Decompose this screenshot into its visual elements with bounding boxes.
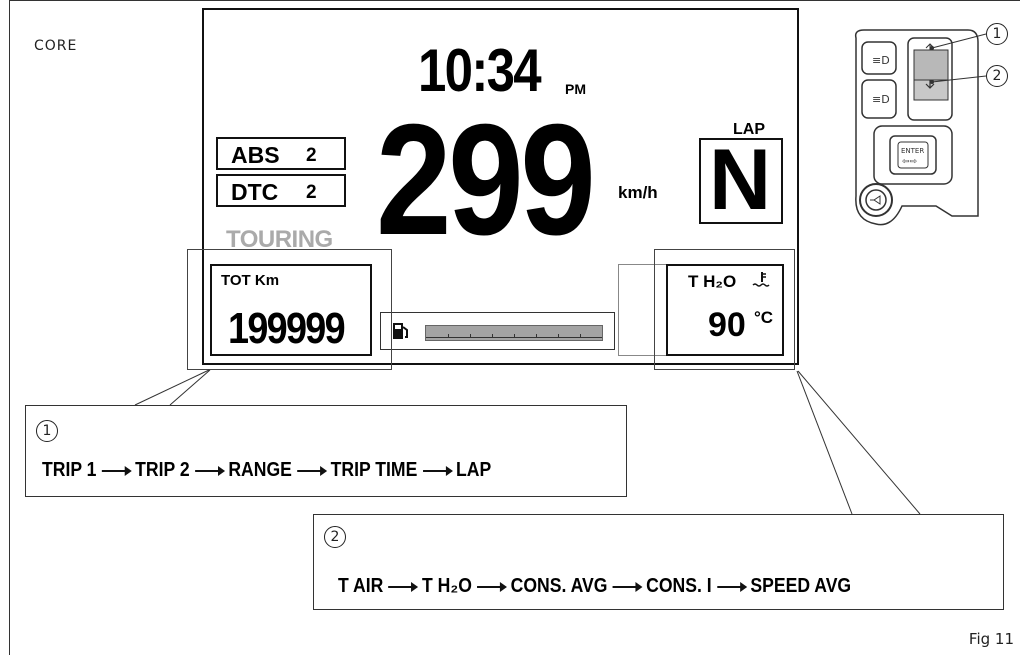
- speedometer: 299: [376, 92, 628, 268]
- seq1-item-lap: LAP: [456, 459, 492, 481]
- seq2-item-cons-avg: CONS. AVG: [510, 575, 608, 597]
- dtc-indicator: DTC 2: [216, 174, 346, 207]
- gear-indicator: N: [699, 134, 783, 226]
- sequence-2-flow: T AIR T H₂O CONS. AVG CONS. I SPEED AVG: [338, 575, 851, 598]
- sequence-box-2: 2 T AIR T H₂O CONS. AVG CONS. I SPEED AV…: [313, 514, 1004, 610]
- figure-label: Fig 11: [968, 630, 1014, 648]
- fuel-tick-5: [536, 334, 537, 338]
- connector-1-right: [169, 369, 211, 406]
- connector-2-right: [797, 370, 921, 515]
- fuel-tick-1: [448, 334, 449, 338]
- arrow-icon: [388, 581, 419, 592]
- sequence-1-number: 1: [36, 420, 58, 442]
- svg-text:⇦⇨: ⇦⇨: [902, 157, 918, 167]
- speed-unit: km/h: [618, 183, 658, 202]
- sequence-2-number: 2: [324, 526, 346, 548]
- handlebar-switch-illustration: ≡D ≡D ENTER ⇦⇨: [854, 29, 987, 226]
- arrow-icon: [716, 581, 747, 592]
- callout-dot-1: [930, 46, 934, 50]
- arrow-icon: [612, 581, 643, 592]
- seq1-item-range: RANGE: [228, 459, 292, 481]
- speed-value: 299: [376, 92, 596, 268]
- seq2-item-speed-avg: SPEED AVG: [750, 575, 852, 597]
- corner-label: CORE: [34, 38, 78, 54]
- highlight-frame-1: [187, 249, 392, 370]
- controller-callout-2: 2: [986, 65, 1008, 87]
- abs-value: 2: [306, 145, 317, 166]
- fuel-tick-4: [514, 334, 515, 338]
- riding-mode-clip: TOURING: [226, 226, 356, 248]
- frame-top-border: [9, 0, 1020, 1]
- fuel-tick-2: [470, 334, 471, 338]
- seq1-item-trip2: TRIP 2: [135, 459, 190, 481]
- seq1-item-trip1: TRIP 1: [42, 459, 97, 481]
- fuel-level-bar: [425, 325, 603, 341]
- highlight-frame-2: [654, 249, 795, 370]
- sequence-1-flow: TRIP 1 TRIP 2 RANGE TRIP TIME LAP: [42, 459, 491, 482]
- seq2-item-t-h2o: T H₂O: [422, 575, 472, 597]
- svg-text:≡D: ≡D: [872, 54, 890, 67]
- gear-value: N: [709, 132, 772, 228]
- enter-label: ENTER: [901, 147, 924, 155]
- dtc-value: 2: [306, 182, 317, 203]
- fuel-tick-3: [492, 334, 493, 338]
- arrow-icon: [477, 581, 508, 592]
- seq2-item-t-air: T AIR: [338, 575, 384, 597]
- frame-left-border: [9, 0, 10, 655]
- arrow-icon: [422, 465, 453, 476]
- connector-2-left: [796, 370, 853, 515]
- riding-mode: TOURING: [226, 226, 333, 248]
- fuel-tick-6: [558, 334, 559, 338]
- arrow-icon: [297, 465, 328, 476]
- fuel-pump-icon: [393, 323, 408, 339]
- arrow-icon: [194, 465, 225, 476]
- callout-dot-2: [930, 80, 934, 84]
- connector-1-left: [134, 369, 210, 406]
- seq1-item-trip-time: TRIP TIME: [330, 459, 418, 481]
- dtc-label: DTC: [231, 179, 279, 205]
- fuel-gauge: [380, 312, 615, 350]
- abs-indicator: ABS 2: [216, 137, 346, 170]
- seq2-item-cons-i: CONS. I: [646, 575, 712, 597]
- svg-text:≡D: ≡D: [872, 93, 890, 106]
- sequence-box-1: 1 TRIP 1 TRIP 2 RANGE TRIP TIME LAP: [25, 405, 627, 497]
- scroll-up-button: [913, 49, 949, 81]
- controller-callout-1: 1: [986, 23, 1008, 45]
- fuel-tick-7: [580, 334, 581, 338]
- arrow-icon: [101, 465, 132, 476]
- abs-label: ABS: [231, 142, 280, 168]
